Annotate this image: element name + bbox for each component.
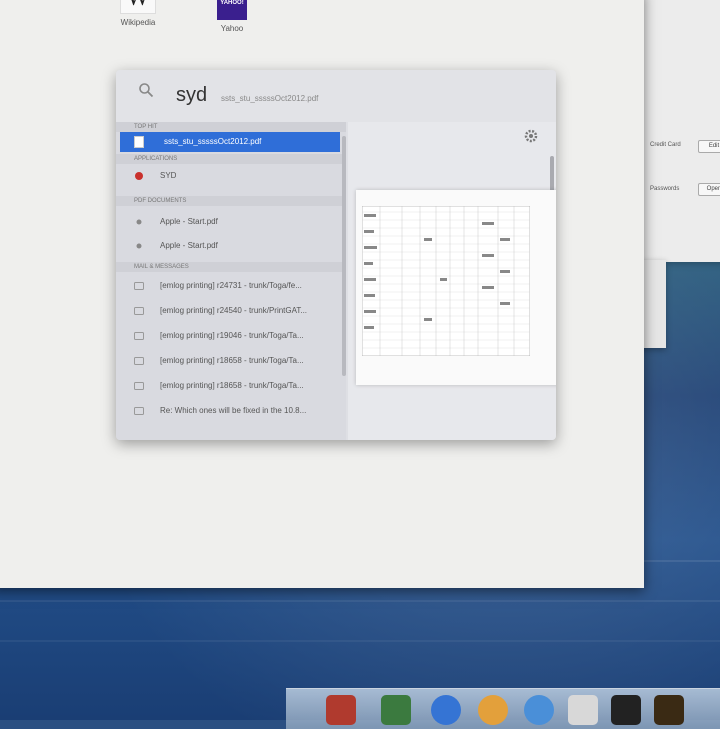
pdf-preview-thumbnail (356, 190, 556, 385)
app-icon (135, 172, 143, 180)
passwords-label: Passwords (650, 186, 680, 192)
mail-icon (134, 307, 144, 315)
mail-icon (134, 407, 144, 415)
mail-icon (134, 357, 144, 365)
mail-icon (134, 282, 144, 290)
app-dock-icon[interactable] (478, 695, 508, 725)
result-label: [emlog printing] r24731 - trunk/Toga/fe.… (160, 281, 302, 290)
credit-card-label: Credit Card (650, 142, 681, 148)
result-pdf-1[interactable]: Apple - Start.pdf (116, 210, 338, 234)
results-scrollbar[interactable] (342, 136, 346, 376)
section-header-pdf-documents: PDF DOCUMENTS (116, 196, 346, 206)
top-site-label: Wikipedia (120, 18, 156, 27)
mail-icon (134, 382, 144, 390)
app-dock-icon[interactable] (381, 695, 411, 725)
result-top-hit[interactable]: ssts_stu_sssssOct2012.pdf (120, 132, 340, 152)
top-site-label: Yahoo (220, 24, 244, 33)
terminal-dock-icon[interactable] (611, 695, 641, 725)
apple-pdf-icon (136, 219, 142, 225)
result-label: SYD (160, 171, 177, 180)
results-list[interactable]: TOP HIT ssts_stu_sssssOct2012.pdf APPLIC… (116, 122, 346, 440)
result-label: Apple - Start.pdf (160, 217, 218, 226)
result-pdf-2[interactable]: Apple - Start.pdf (116, 234, 338, 258)
dock (286, 688, 720, 729)
app-dock-icon[interactable] (326, 695, 356, 725)
result-label: Re: Which ones will be fixed in the 10.8… (160, 406, 307, 415)
yahoo-logo: YAHOO! (217, 0, 247, 20)
search-input[interactable]: syd (176, 84, 207, 107)
result-label: [emlog printing] r18658 - trunk/Toga/Ta.… (160, 381, 304, 390)
section-header-top-hit: TOP HIT (116, 122, 346, 132)
app-dock-icon[interactable] (654, 695, 684, 725)
search-completion-hint: ssts_stu_sssssOct2012.pdf (221, 94, 319, 103)
app-dock-icon[interactable] (568, 695, 598, 725)
result-label: [emlog printing] r19046 - trunk/Toga/Ta.… (160, 331, 304, 340)
section-header-applications: APPLICATIONS (116, 154, 346, 164)
pdf-file-icon (134, 136, 144, 148)
result-label: ssts_stu_sssssOct2012.pdf (164, 137, 262, 146)
open-button[interactable]: Open (698, 183, 720, 196)
result-mail-6[interactable]: Re: Which ones will be fixed in the 10.8… (116, 399, 338, 423)
result-mail-1[interactable]: [emlog printing] r24731 - trunk/Toga/fe.… (116, 274, 338, 298)
result-mail-3[interactable]: [emlog printing] r19046 - trunk/Toga/Ta.… (116, 324, 338, 348)
apple-pdf-icon (136, 243, 142, 249)
spotlight-search-bar[interactable]: syd ssts_stu_sssssOct2012.pdf (116, 70, 556, 122)
result-label: Apple - Start.pdf (160, 241, 218, 250)
result-label: [emlog printing] r18658 - trunk/Toga/Ta.… (160, 356, 304, 365)
result-mail-2[interactable]: [emlog printing] r24540 - trunk/PrintGAT… (116, 299, 338, 323)
result-mail-4[interactable]: [emlog printing] r18658 - trunk/Toga/Ta.… (116, 349, 338, 373)
app-dock-icon[interactable] (524, 695, 554, 725)
search-icon (139, 83, 154, 98)
spotlight-panel: syd ssts_stu_sssssOct2012.pdf TOP HIT ss… (116, 70, 556, 440)
top-site-yahoo[interactable]: YAHOO! Yahoo (214, 0, 250, 33)
result-app-syd[interactable]: SYD (116, 164, 338, 188)
top-site-wikipedia[interactable]: W Wikipedia (120, 0, 156, 27)
mail-icon (134, 332, 144, 340)
section-header-mail-messages: MAIL & MESSAGES (116, 262, 346, 272)
gear-icon[interactable] (523, 128, 539, 144)
edit-button[interactable]: Edit (698, 140, 720, 153)
result-label: [emlog printing] r24540 - trunk/PrintGAT… (160, 306, 308, 315)
app-dock-icon[interactable] (431, 695, 461, 725)
result-mail-5[interactable]: [emlog printing] r18658 - trunk/Toga/Ta.… (116, 374, 338, 398)
spreadsheet-table-image (362, 206, 530, 356)
wikipedia-logo: W (120, 0, 156, 14)
